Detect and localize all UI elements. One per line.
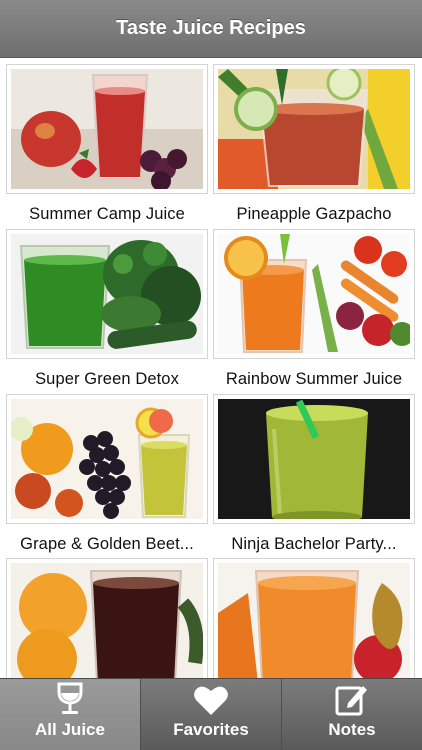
tab-notes[interactable]: Notes [282,679,422,750]
recipe-thumbnail [213,394,415,524]
recipe-grid: Summer Camp Juice Pineapple Gazpacho Sup… [0,58,422,678]
recipe-title: Grape & Golden Beet... [20,535,194,553]
recipe-thumbnail [6,394,208,524]
recipe-card[interactable]: Super Green Detox [6,229,208,393]
recipe-card[interactable] [213,558,415,678]
tab-label: Notes [328,720,376,739]
tab-label: All Juice [35,720,105,739]
recipe-thumbnail [213,64,415,194]
recipe-title: Pineapple Gazpacho [236,205,392,223]
recipe-photo [11,69,203,189]
recipe-photo [218,69,410,189]
recipe-thumbnail [213,229,415,359]
recipe-card[interactable]: Pineapple Gazpacho [213,64,415,228]
navigation-bar: Taste Juice Recipes [0,0,422,58]
tab-all-juice[interactable]: All Juice [0,679,141,750]
recipe-thumbnail [213,558,415,678]
recipe-card[interactable]: Ninja Bachelor Party... [213,394,415,558]
note-edit-icon [335,682,369,716]
recipe-photo [218,563,410,678]
recipe-card[interactable]: Summer Camp Juice [6,64,208,228]
recipe-title: Summer Camp Juice [29,205,185,223]
recipe-title: Ninja Bachelor Party... [231,535,397,553]
recipe-card[interactable]: Grape & Golden Beet... [6,394,208,558]
recipe-thumbnail [6,229,208,359]
wine-glass-icon [56,682,84,716]
page-title: Taste Juice Recipes [116,17,306,39]
heart-icon [193,684,229,716]
recipe-title: Rainbow Summer Juice [225,370,403,388]
recipe-photo [218,234,410,354]
recipe-thumbnail [6,558,208,678]
recipe-photo [218,399,410,519]
recipe-photo [11,563,203,678]
recipe-card[interactable] [6,558,208,678]
recipe-title: Super Green Detox [35,370,179,388]
recipe-photo [11,234,203,354]
tab-favorites[interactable]: Favorites [141,679,282,750]
tab-label: Favorites [173,720,249,739]
tab-bar: All Juice Favorites Notes [0,678,422,750]
recipe-card[interactable]: Rainbow Summer Juice [213,229,415,393]
recipe-photo [11,399,203,519]
recipe-thumbnail [6,64,208,194]
